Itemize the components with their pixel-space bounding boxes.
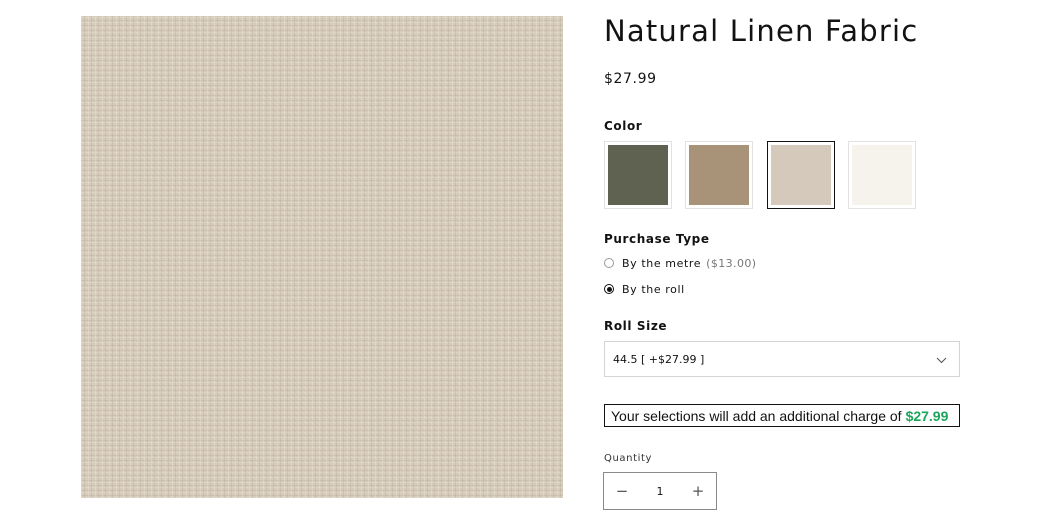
- product-price: $27.99: [604, 71, 657, 87]
- notice-amount: $27.99: [905, 407, 949, 424]
- purchase-option-metre[interactable]: By the metre ($13.00): [604, 255, 756, 271]
- chevron-down-icon: [936, 354, 947, 367]
- quantity-input[interactable]: 1: [657, 485, 664, 498]
- purchase-option-roll[interactable]: By the roll: [604, 281, 685, 297]
- roll-size-select[interactable]: 44.5 [ +$27.99 ]: [604, 341, 960, 377]
- roll-size-label: Roll Size: [604, 319, 668, 333]
- roll-size-value: 44.5 [ +$27.99 ]: [613, 352, 705, 366]
- decrease-quantity-button[interactable]: −: [604, 473, 640, 509]
- product-title: Natural Linen Fabric: [604, 14, 919, 48]
- radio-metre[interactable]: [604, 258, 614, 268]
- swatch-olive-fill: [608, 145, 668, 205]
- quantity-stepper: − 1 +: [603, 472, 717, 510]
- additional-charge-notice: Your selections will add an additional c…: [604, 404, 960, 427]
- increase-quantity-button[interactable]: +: [680, 473, 716, 509]
- radio-roll[interactable]: [604, 284, 614, 294]
- swatch-flax-fill: [689, 145, 749, 205]
- swatch-olive[interactable]: [604, 141, 672, 209]
- purchase-type-label: Purchase Type: [604, 232, 710, 246]
- swatch-natural[interactable]: [767, 141, 835, 209]
- swatch-white[interactable]: [848, 141, 916, 209]
- swatch-flax[interactable]: [685, 141, 753, 209]
- swatch-natural-fill: [771, 145, 831, 205]
- purchase-option-metre-label: By the metre: [622, 256, 702, 270]
- quantity-label: Quantity: [604, 453, 653, 464]
- color-label: Color: [604, 119, 643, 133]
- product-image[interactable]: [81, 16, 563, 498]
- notice-text: Your selections will add an additional c…: [611, 407, 902, 424]
- purchase-option-metre-price: ($13.00): [706, 256, 757, 270]
- swatch-white-fill: [852, 145, 912, 205]
- purchase-option-roll-label: By the roll: [622, 282, 685, 296]
